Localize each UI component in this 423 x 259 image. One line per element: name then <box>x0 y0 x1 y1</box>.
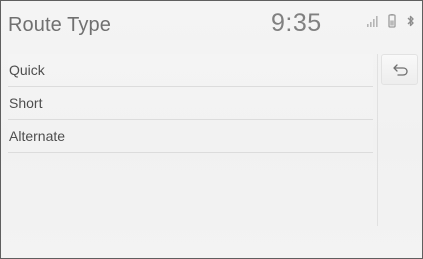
back-button[interactable] <box>381 54 418 85</box>
return-arrow-icon <box>393 64 408 76</box>
page-title: Route Type <box>8 14 111 36</box>
battery-icon <box>388 14 396 28</box>
right-panel-divider <box>377 54 378 226</box>
route-option-short[interactable]: Short <box>8 87 373 120</box>
route-option-label: Quick <box>9 62 45 78</box>
bluetooth-icon <box>407 15 414 27</box>
route-option-alternate[interactable]: Alternate <box>8 120 373 153</box>
route-option-quick[interactable]: Quick <box>8 54 373 87</box>
clock: 9:35 <box>271 9 322 37</box>
header: Route Type 9:35 <box>1 1 422 45</box>
route-option-label: Alternate <box>9 128 66 144</box>
route-option-label: Short <box>9 95 43 111</box>
signal-icon <box>367 16 378 27</box>
route-type-screen: Route Type 9:35 Quick Short Alternate <box>0 0 423 259</box>
status-icons <box>366 14 422 32</box>
route-type-list: Quick Short Alternate <box>8 54 373 153</box>
